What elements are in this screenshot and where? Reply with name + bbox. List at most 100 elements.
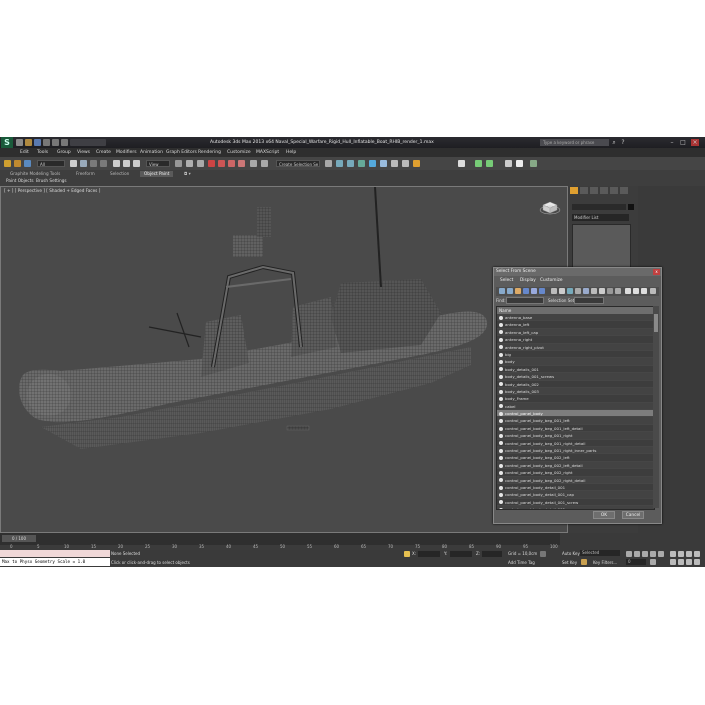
display-panel-icon[interactable]: [610, 187, 618, 194]
bind-spacewarp-icon[interactable]: [24, 160, 31, 167]
ribbon-minimize-icon[interactable]: ◘ ▾: [180, 171, 195, 177]
go-to-start-icon[interactable]: [626, 551, 632, 557]
graphite-toggle-icon[interactable]: [347, 160, 354, 167]
list-item[interactable]: control_panel_body_beg_001_right_inner_p…: [497, 447, 654, 455]
align-icon[interactable]: [325, 160, 332, 167]
menu-maxscript[interactable]: MAXScript: [256, 148, 279, 157]
named-selection-dropdown[interactable]: Create Selection Se: [276, 160, 320, 167]
mirror-icon[interactable]: [261, 160, 268, 167]
rendered-frame-icon[interactable]: [402, 160, 409, 167]
tab-object-paint[interactable]: Object Paint: [140, 171, 174, 177]
orbit-icon[interactable]: [686, 559, 692, 565]
previous-frame-icon[interactable]: [634, 551, 640, 557]
menu-tools[interactable]: Tools: [37, 148, 48, 157]
display-bones-icon[interactable]: [567, 288, 573, 294]
tab-selection[interactable]: Selection: [106, 171, 133, 177]
snaps-toggle-icon[interactable]: [208, 160, 215, 167]
object-name-field[interactable]: [572, 204, 626, 210]
edit-named-selection-icon[interactable]: [250, 160, 257, 167]
select-by-name-icon[interactable]: [80, 160, 87, 167]
list-item[interactable]: control_panel_body_beg_001_left: [497, 417, 654, 425]
save-file-icon[interactable]: [34, 139, 41, 146]
list-item[interactable]: antenna_left_cap: [497, 328, 654, 337]
motion-panel-icon[interactable]: [600, 187, 608, 194]
menu-help[interactable]: Help: [286, 148, 296, 157]
select-move-icon[interactable]: [113, 160, 120, 167]
pivot-center-icon[interactable]: [175, 160, 182, 167]
list-item[interactable]: control_panel_body_beg_001_left_detail: [497, 425, 654, 433]
extra-tool-icon-2[interactable]: [475, 160, 482, 167]
display-cameras-icon[interactable]: [523, 288, 529, 294]
object-color-swatch[interactable]: [628, 204, 634, 210]
utilities-panel-icon[interactable]: [620, 187, 628, 194]
select-all-icon[interactable]: [625, 288, 631, 294]
x-coordinate-field[interactable]: [418, 551, 440, 557]
key-mode-icon[interactable]: [540, 551, 546, 557]
select-link-icon[interactable]: [4, 160, 11, 167]
paint-objects-button[interactable]: Paint Objects: [6, 178, 34, 184]
list-item[interactable]: cabel: [497, 402, 654, 411]
new-file-icon[interactable]: [16, 139, 23, 146]
selection-region-icon[interactable]: [90, 160, 97, 167]
play-icon[interactable]: [642, 551, 648, 557]
list-item[interactable]: control_panel_body_detail_001_cap: [497, 491, 654, 499]
lock-selection-icon[interactable]: [404, 551, 410, 557]
spinner-snap-icon[interactable]: [238, 160, 245, 167]
modifier-stack[interactable]: [572, 224, 631, 271]
list-item[interactable]: control_panel_body_detail_002: [497, 506, 654, 509]
hierarchy-panel-icon[interactable]: [590, 187, 598, 194]
app-logo-icon[interactable]: S: [1, 137, 13, 148]
reference-coordinate-dropdown[interactable]: View: [146, 160, 170, 167]
add-time-tag-button[interactable]: Add Time Tag: [508, 560, 535, 565]
list-item[interactable]: body_details_001_screws: [497, 373, 654, 381]
tab-freeform[interactable]: Freeform: [72, 171, 99, 177]
time-config-icon[interactable]: [650, 559, 656, 565]
dialog-close-icon[interactable]: x: [653, 269, 660, 275]
list-item[interactable]: control_panel_body: [497, 410, 654, 418]
sync-selection-icon[interactable]: [650, 288, 656, 294]
zoom-extents-all-icon[interactable]: [694, 551, 700, 557]
angle-snap-icon[interactable]: [218, 160, 225, 167]
list-item[interactable]: body_details_001: [497, 366, 654, 374]
schematic-view-icon[interactable]: [369, 160, 376, 167]
curve-editor-icon[interactable]: [358, 160, 365, 167]
perspective-viewport[interactable]: [ + ] [ Perspective ] [ Shaded + Edged F…: [0, 186, 568, 533]
set-key-button[interactable]: Set Key: [562, 560, 577, 565]
list-item[interactable]: control_panel_body_beg_002_right: [497, 469, 654, 477]
extra-tool-icon-5[interactable]: [516, 160, 523, 167]
select-rotate-icon[interactable]: [123, 160, 130, 167]
display-xrefs-icon[interactable]: [559, 288, 565, 294]
list-item[interactable]: control_panel_body_beg_002_right_detail: [497, 476, 654, 484]
list-item[interactable]: antenna_right: [497, 336, 654, 344]
menu-edit[interactable]: Edit: [20, 148, 29, 157]
layer-manager-icon[interactable]: [336, 160, 343, 167]
display-frozen-icon[interactable]: [583, 288, 589, 294]
search-input[interactable]: Type a keyword or phrase: [540, 139, 609, 146]
menu-graph-editors[interactable]: Graph Editors: [166, 148, 197, 157]
render-setup-icon[interactable]: [391, 160, 398, 167]
name-column-header[interactable]: Name: [497, 307, 654, 314]
menu-group[interactable]: Group: [57, 148, 71, 157]
display-invert-icon[interactable]: [615, 288, 621, 294]
select-object-icon[interactable]: [70, 160, 77, 167]
list-item[interactable]: body: [497, 358, 654, 366]
cancel-button[interactable]: Cancel: [622, 511, 644, 519]
redo-icon[interactable]: [52, 139, 59, 146]
list-item[interactable]: control_panel_body_beg_001_right_detail: [497, 440, 654, 448]
display-none-icon[interactable]: [607, 288, 613, 294]
boat-wireframe-model[interactable]: [1, 187, 567, 532]
display-geometry-icon[interactable]: [499, 288, 505, 294]
open-file-icon[interactable]: [25, 139, 32, 146]
search-icon[interactable]: ⌕: [610, 139, 618, 146]
list-item[interactable]: control_panel_body_detail_001_screw: [497, 499, 654, 507]
extra-tool-icon-6[interactable]: [530, 160, 537, 167]
extra-tool-icon-1[interactable]: [458, 160, 465, 167]
tab-graphite-modeling[interactable]: Graphite Modeling Tools: [6, 171, 64, 177]
list-item[interactable]: antenna_base: [497, 314, 654, 322]
extra-tool-icon-4[interactable]: [505, 160, 512, 167]
help-icon[interactable]: ?: [619, 139, 627, 146]
undo-icon[interactable]: [43, 139, 50, 146]
list-item[interactable]: control_panel_body_beg_002_left_detail: [497, 461, 654, 470]
pan-view-icon[interactable]: [678, 559, 684, 565]
menu-modifiers[interactable]: Modifiers: [116, 148, 137, 157]
